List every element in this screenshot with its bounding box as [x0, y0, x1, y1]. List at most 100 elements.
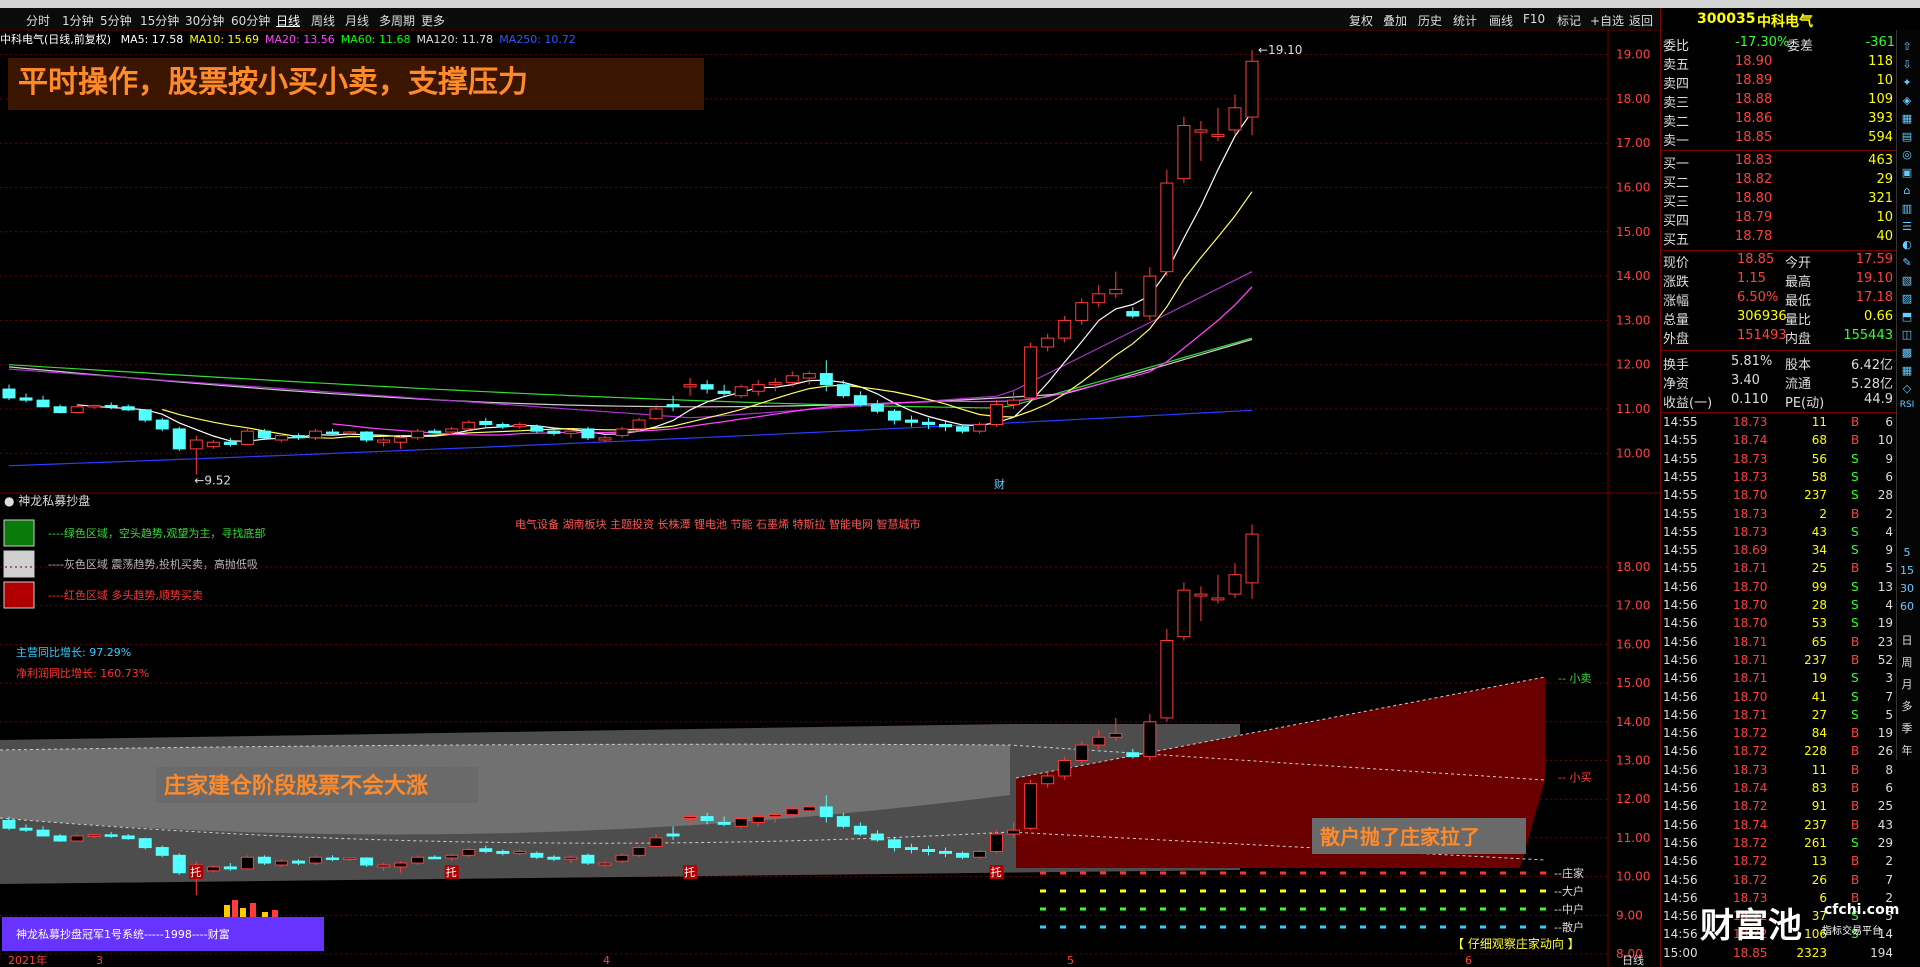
toolbar-button-1[interactable]: 叠加 — [1383, 12, 1407, 29]
side-period-4[interactable]: 季 — [1898, 720, 1916, 736]
tab-9[interactable]: 多周期 — [379, 12, 415, 29]
toolbar-button-7[interactable]: +自选 — [1590, 12, 1624, 29]
tick-row: 14:56 18.72 13 B 2 — [1661, 853, 1897, 871]
sell-price: 18.90 — [1735, 54, 1773, 69]
buy-label: 买二 — [1663, 176, 1690, 191]
candle-body — [1211, 133, 1225, 138]
y-tick-label: 11.00 — [1616, 402, 1650, 416]
tick-time: 14:56 — [1663, 762, 1698, 777]
toolbar-button-4[interactable]: 画线 — [1489, 12, 1513, 29]
tool-icon-6[interactable]: ◎ — [1898, 148, 1916, 164]
tick-vol: 19 — [1811, 671, 1827, 686]
tool-icon-10[interactable]: ☰ — [1898, 220, 1916, 236]
tool-icon-18[interactable]: ▦ — [1898, 364, 1916, 380]
tool-icon-9[interactable]: ▥ — [1898, 202, 1916, 218]
side-period-5[interactable]: 年 — [1898, 742, 1916, 758]
tick-price: 18.71 — [1733, 671, 1768, 686]
candle-body — [1109, 288, 1123, 295]
tab-6[interactable]: 日线 — [276, 12, 300, 29]
tool-icon-3[interactable]: ◈ — [1898, 94, 1916, 110]
sector-text: 电气设备 湖南板块 主题投资 长株潭 锂电池 节能 石墨烯 特斯拉 智能电网 智… — [515, 517, 920, 531]
tool-icon-11[interactable]: ◐ — [1898, 238, 1916, 254]
period-icon-15[interactable]: 15 — [1898, 564, 1916, 580]
candle-body — [836, 384, 850, 397]
tick-price: 18.72 — [1733, 854, 1768, 869]
tool-icon-7[interactable]: ▣ — [1898, 166, 1916, 182]
kline-chart[interactable]: 19.00 18.00 17.00 16.00 15.00 14.00 13.00 12.00… — [0, 30, 1660, 967]
stat-row-2: 涨幅 6.50% 最低 17.18 — [1661, 290, 1897, 309]
tab-1[interactable]: 1分钟 — [62, 12, 94, 29]
candle-body — [19, 397, 33, 401]
sub-candle-body — [1092, 736, 1106, 746]
tick-side: S — [1851, 835, 1859, 850]
candle-body — [2, 388, 16, 399]
rsi-icon[interactable]: RSI — [1898, 400, 1916, 416]
candle-body — [394, 437, 408, 443]
toolbar-button-2[interactable]: 历史 — [1418, 12, 1442, 29]
tool-icon-1[interactable]: ⇩ — [1898, 58, 1916, 74]
stat-value: 0.66 — [1864, 309, 1893, 324]
side-period-1[interactable]: 周 — [1898, 654, 1916, 670]
sub-y-tick: 18.00 — [1616, 560, 1650, 574]
side-period-0[interactable]: 日 — [1898, 632, 1916, 648]
tool-icon-2[interactable]: ✦ — [1898, 76, 1916, 92]
tab-4[interactable]: 30分钟 — [185, 12, 224, 29]
side-period-2[interactable]: 月 — [1898, 676, 1916, 692]
candle-body — [939, 424, 953, 428]
tool-icon-14[interactable]: ▨ — [1898, 292, 1916, 308]
y-tick-label: 13.00 — [1616, 313, 1650, 327]
tool-icon-8[interactable]: ⌂ — [1898, 184, 1916, 200]
tick-side: S — [1851, 469, 1859, 484]
y-tick-label: 18.00 — [1616, 92, 1650, 106]
period-icon-60[interactable]: 60 — [1898, 600, 1916, 616]
tab-7[interactable]: 周线 — [311, 12, 335, 29]
tool-icon-16[interactable]: ◫ — [1898, 328, 1916, 344]
tab-10[interactable]: 更多 — [421, 12, 445, 29]
ma-line-2 — [332, 286, 1253, 436]
tick-side: S — [1851, 488, 1859, 503]
tool-icon-19[interactable]: ◇ — [1898, 382, 1916, 398]
sub-candle-body — [326, 857, 340, 861]
tick-row: 14:55 18.73 43 S 4 — [1661, 524, 1897, 542]
toolbar-button-3[interactable]: 统计 — [1453, 12, 1477, 29]
side-period-3[interactable]: 多 — [1898, 698, 1916, 714]
tick-row: 14:56 18.72 261 S 29 — [1661, 835, 1897, 853]
tab-2[interactable]: 5分钟 — [100, 12, 132, 29]
sub-candle-body — [734, 818, 748, 827]
toolbar-button-5[interactable]: F10 — [1523, 12, 1545, 26]
sub-y-tick: 15.00 — [1616, 676, 1650, 690]
tool-icon-13[interactable]: ▧ — [1898, 274, 1916, 290]
tab-3[interactable]: 15分钟 — [140, 12, 179, 29]
candle-body — [887, 410, 901, 421]
tool-icon-4[interactable]: ▦ — [1898, 112, 1916, 128]
tick-vol: 237 — [1804, 488, 1827, 503]
tool-icon-5[interactable]: ▤ — [1898, 130, 1916, 146]
sub-candle-body — [973, 850, 987, 858]
sub-candle-body — [70, 835, 84, 842]
buy-vol: 463 — [1868, 153, 1893, 168]
tick-count: 26 — [1877, 744, 1893, 759]
tick-time: 14:56 — [1663, 799, 1698, 814]
tick-side: S — [1851, 543, 1859, 558]
toolbar-button-6[interactable]: 标记 — [1557, 12, 1581, 29]
tab-0[interactable]: 分时 — [26, 12, 50, 29]
toolbar-button-8[interactable]: 返回 — [1629, 12, 1653, 29]
toolbar-button-0[interactable]: 复权 — [1349, 12, 1373, 29]
ma-lines — [8, 111, 1253, 467]
tick-price: 18.72 — [1733, 872, 1768, 887]
tool-icon-15[interactable]: ⬒ — [1898, 310, 1916, 326]
tick-price: 18.85 — [1733, 945, 1768, 960]
tick-time: 14:56 — [1663, 707, 1698, 722]
tab-8[interactable]: 月线 — [345, 12, 369, 29]
period-icon-30[interactable]: 30 — [1898, 582, 1916, 598]
tick-row: 14:56 18.71 19 S 3 — [1661, 670, 1897, 688]
candle-body — [70, 406, 84, 414]
candle-body — [377, 439, 391, 443]
tab-5[interactable]: 60分钟 — [231, 12, 270, 29]
sub-candle-body — [870, 833, 884, 841]
period-icon-5[interactable]: 5 — [1898, 546, 1916, 562]
tool-icon-17[interactable]: ▩ — [1898, 346, 1916, 362]
tool-icon-0[interactable]: ⇧ — [1898, 40, 1916, 56]
tick-count: 3 — [1885, 671, 1893, 686]
tool-icon-12[interactable]: ✎ — [1898, 256, 1916, 272]
